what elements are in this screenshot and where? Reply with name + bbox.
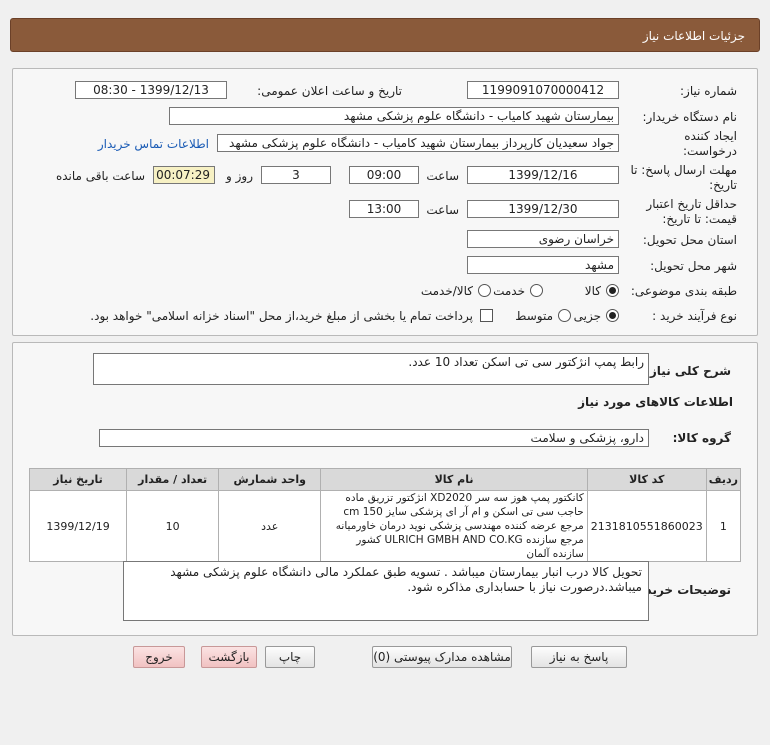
deadline-date-field: 1399/12/16 [467, 166, 619, 184]
category-radio-service[interactable] [530, 284, 543, 297]
process-label: نوع فرآیند خرید : [652, 309, 737, 323]
page-title: جزئیات اطلاعات نیاز [642, 29, 745, 43]
treasury-payment-checkbox[interactable] [480, 309, 493, 322]
print-button[interactable]: چاپ [265, 646, 315, 668]
table-row: 1 2131810551860023 کانکتور پمپ هوز سه سر… [28, 490, 742, 562]
contact-info-link[interactable]: اطلاعات تماس خریدار [98, 137, 209, 151]
process-medium-label: متوسط [515, 309, 553, 323]
creator-label: ایجاد کننده درخواست: [683, 129, 737, 158]
remaining-time-field: 00:07:29 [153, 166, 215, 184]
page-header: جزئیات اطلاعات نیاز [10, 18, 760, 52]
goods-code: 2131810551860023 [586, 490, 707, 562]
col-name: نام کالا [320, 468, 588, 491]
goods-qty: 10 [126, 490, 220, 562]
buyer-org-label: نام دستگاه خریدار: [642, 110, 738, 124]
announce-field: 1399/12/13 - 08:30 [75, 81, 227, 99]
need-details-panel: شرح کلی نیاز: رابط پمپ انژکتور سی تی اسک… [12, 342, 758, 636]
summary-label: شرح کلی نیاز: [645, 364, 731, 378]
deadline-time-field: 09:00 [349, 166, 419, 184]
exit-button[interactable]: خروج [133, 646, 185, 668]
attachments-button[interactable]: مشاهده مدارک پیوستی (0) [372, 646, 512, 668]
province-label: استان محل تحویل: [642, 233, 737, 247]
validity-label: حداقل تاریخ اعتبار قیمت: تا تاریخ: [646, 197, 737, 226]
goods-table: ردیف کد کالا نام کالا واحد شمارش تعداد /… [28, 468, 742, 562]
col-qty: تعداد / مقدار [126, 468, 220, 491]
col-unit: واحد شمارش [218, 468, 322, 491]
col-code: کد کالا [586, 468, 707, 491]
goods-group-label: گروه کالا: [672, 431, 731, 445]
remaining-label: ساعت باقی مانده [55, 169, 145, 183]
category-radio-goods-service[interactable] [478, 284, 491, 297]
announce-label: تاریخ و ساعت اعلان عمومی: [257, 84, 402, 98]
goods-table-header: ردیف کد کالا نام کالا واحد شمارش تعداد /… [28, 468, 742, 491]
reply-button[interactable]: پاسخ به نیاز [531, 646, 627, 668]
category-service-label: خدمت [493, 284, 525, 298]
category-radio-goods[interactable] [606, 284, 619, 297]
creator-field: جواد سعیدیان کارپرداز بیمارستان شهید کام… [217, 134, 619, 152]
need-number-field: 1199091070000412 [467, 81, 619, 99]
col-date: تاریخ نیاز [28, 468, 128, 491]
process-minor-label: جزیی [573, 309, 601, 323]
deadline-time-label: ساعت [426, 169, 459, 183]
city-label: شهر محل تحویل: [650, 259, 737, 273]
days-field: 3 [261, 166, 331, 184]
buyer-org-field: بیمارستان شهید کامیاب - دانشگاه علوم پزش… [169, 107, 619, 125]
need-number-label: شماره نیاز: [680, 84, 737, 98]
validity-time-label: ساعت [426, 203, 459, 217]
process-radio-medium[interactable] [558, 309, 571, 322]
days-label: روز و [226, 169, 253, 183]
back-button[interactable]: بازگشت [201, 646, 257, 668]
category-label: طبقه بندی موضوعی: [630, 284, 737, 298]
validity-date-field: 1399/12/30 [467, 200, 619, 218]
need-info-panel: شماره نیاز: 1199091070000412 تاریخ و ساع… [12, 68, 758, 336]
city-field: مشهد [467, 256, 619, 274]
goods-group-field: دارو، پزشکی و سلامت [99, 429, 649, 447]
goods-info-title: اطلاعات کالاهای مورد نیاز [578, 395, 733, 409]
goods-date: 1399/12/19 [28, 490, 128, 562]
process-radio-minor[interactable] [606, 309, 619, 322]
province-field: خراسان رضوی [467, 230, 619, 248]
row-number: 1 [705, 490, 742, 562]
treasury-payment-note: پرداخت تمام یا بخشی از مبلغ خرید،از محل … [90, 309, 473, 323]
validity-time-field: 13:00 [349, 200, 419, 218]
goods-name: کانکتور پمپ هوز سه سر XD2020 انژکتور تزر… [320, 490, 588, 562]
summary-field: رابط پمپ انژکتور سی تی اسکن تعداد 10 عدد… [93, 353, 649, 385]
col-row: ردیف [705, 468, 742, 491]
deadline-label: مهلت ارسال پاسخ: تا تاریخ: [630, 163, 737, 192]
category-goods-label: کالا [584, 284, 601, 298]
goods-unit: عدد [218, 490, 322, 562]
category-goods-service-label: کالا/خدمت [420, 284, 473, 298]
buyer-notes-field: تحویل کالا درب انبار بیمارستان میباشد . … [123, 561, 649, 621]
